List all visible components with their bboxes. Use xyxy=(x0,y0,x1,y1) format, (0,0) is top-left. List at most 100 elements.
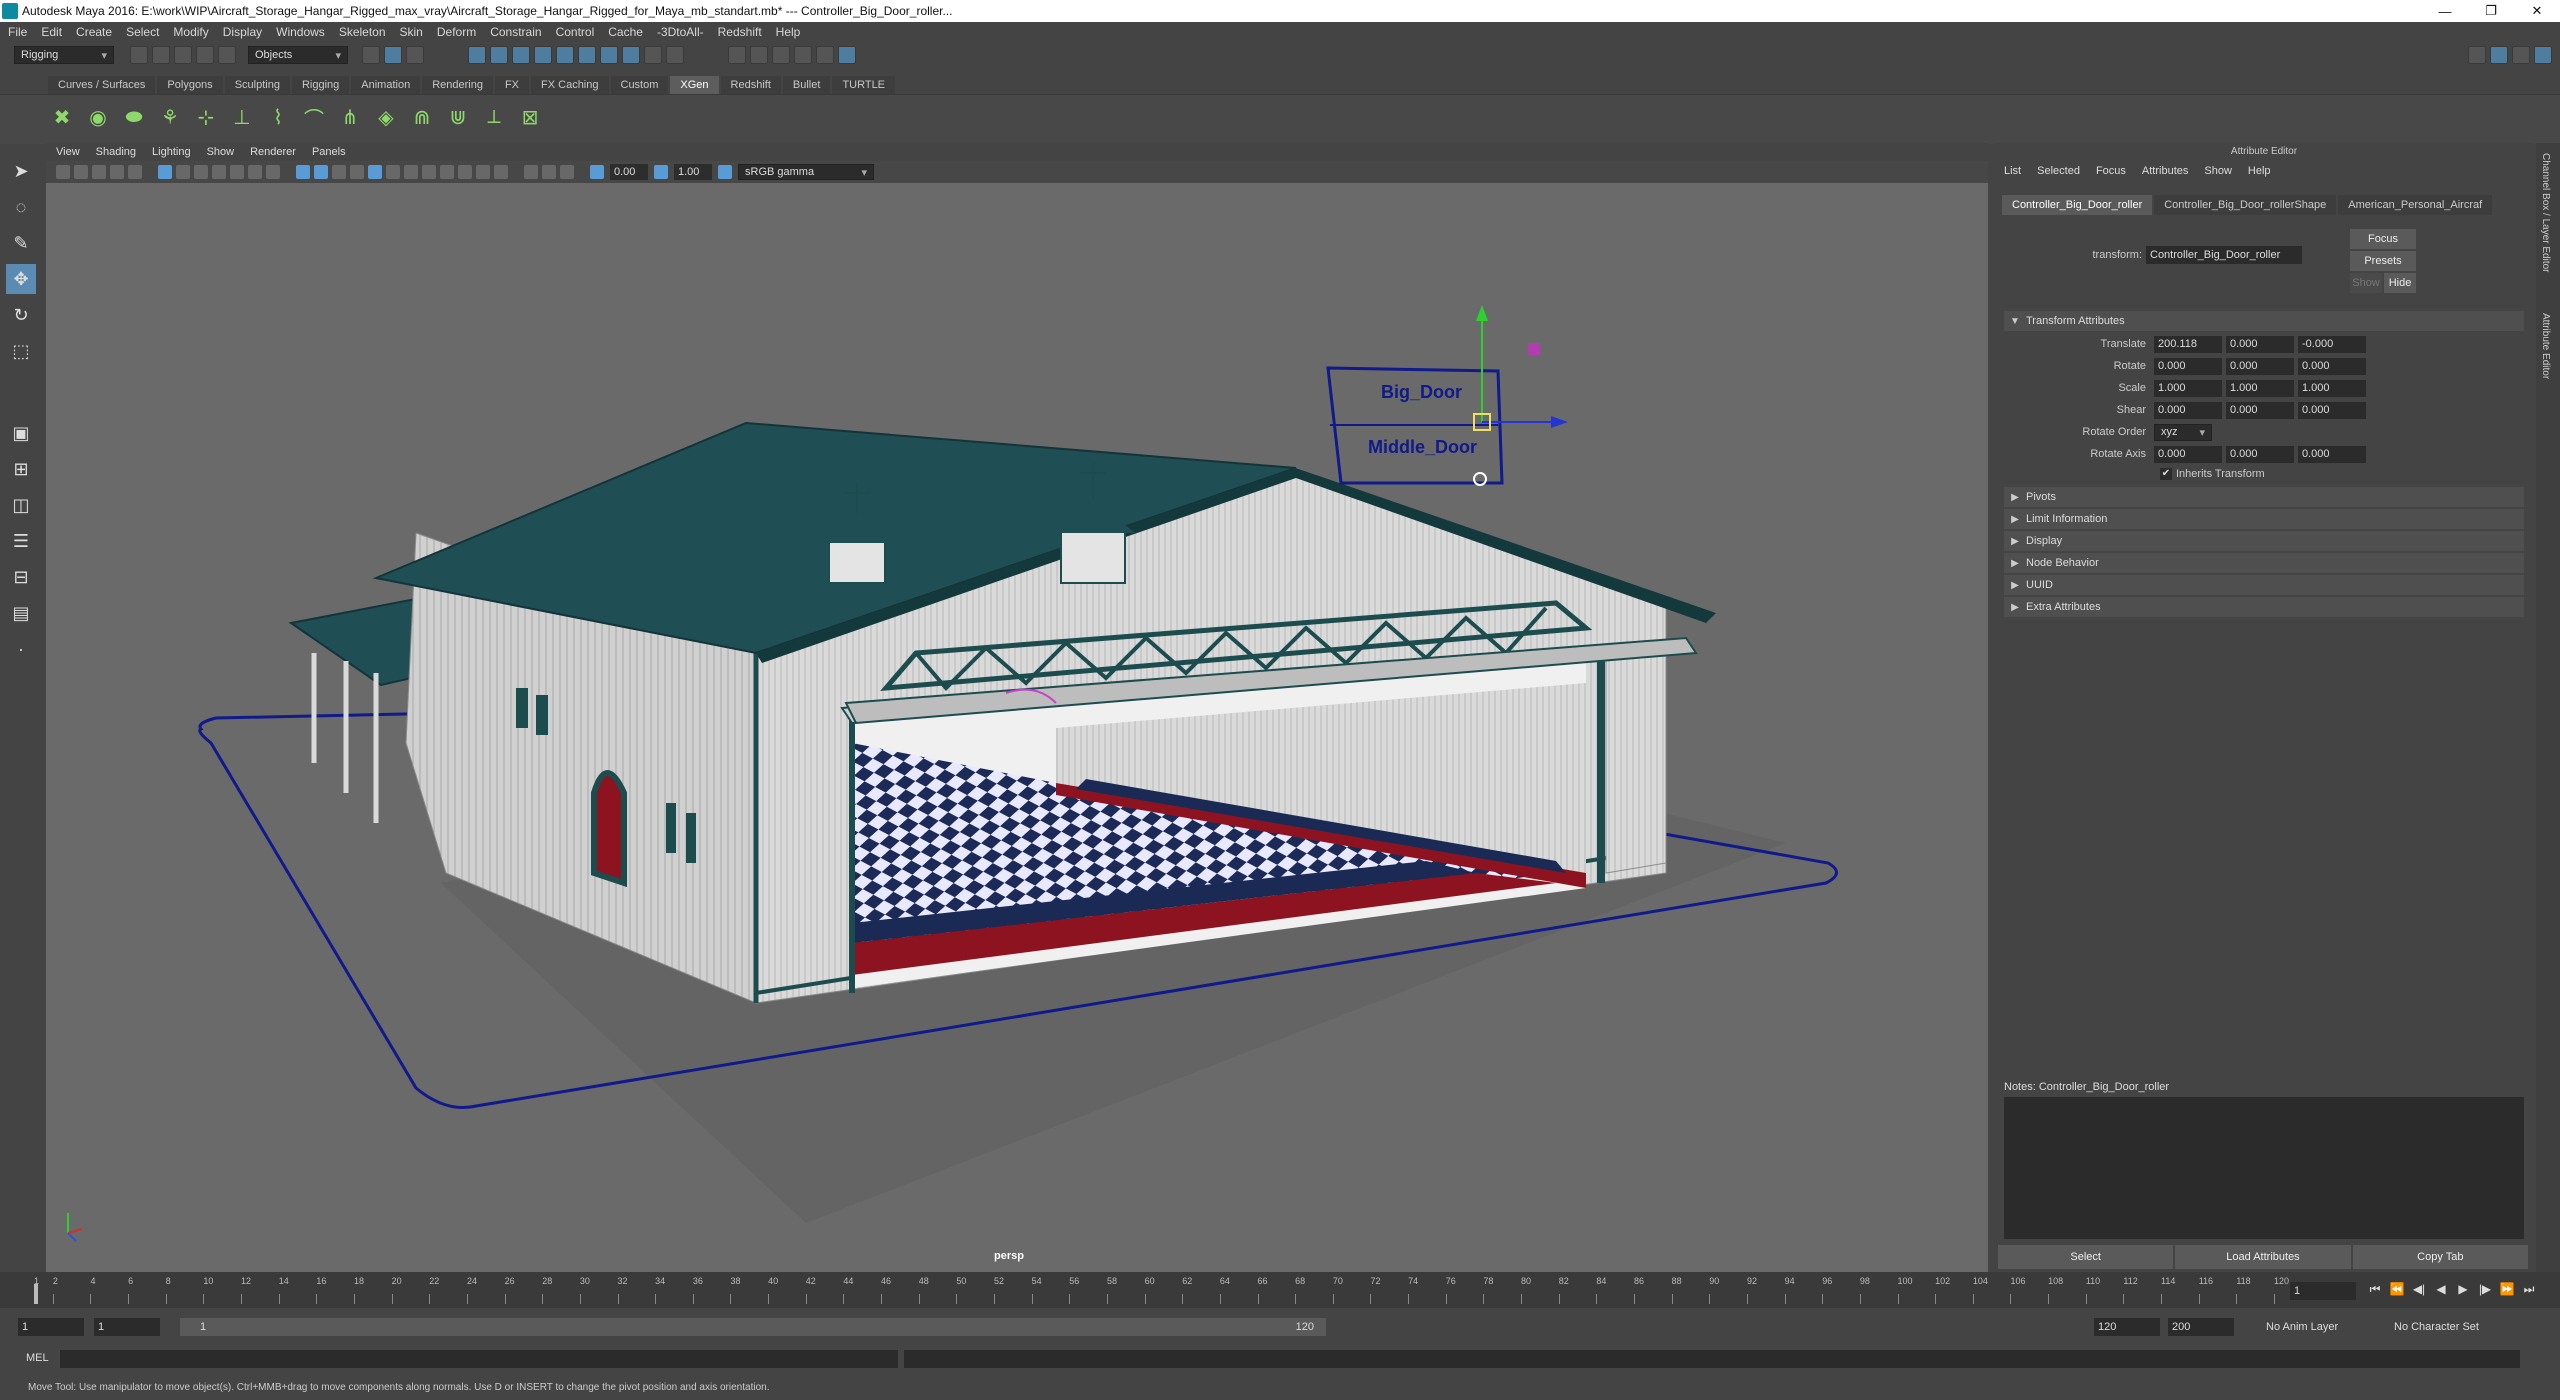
animation-start-field[interactable]: 1 xyxy=(18,1318,84,1336)
shelf-tab-bullet[interactable]: Bullet xyxy=(782,76,831,94)
workspace-icon[interactable] xyxy=(2468,46,2486,64)
playback-start-field[interactable]: 1 xyxy=(94,1318,160,1336)
play-forward-icon[interactable]: ▶ xyxy=(2454,1282,2472,1300)
xgen-layer-icon[interactable]: ◈ xyxy=(372,103,400,131)
go-to-start-icon[interactable]: ⏮ xyxy=(2366,1282,2384,1300)
shelf-tab-curves-surfaces[interactable]: Curves / Surfaces xyxy=(48,76,156,94)
xray-icon[interactable] xyxy=(386,165,400,179)
go-to-end-icon[interactable]: ⏭ xyxy=(2520,1282,2538,1300)
menu-windows[interactable]: Windows xyxy=(276,25,325,39)
current-frame-field[interactable]: 1 xyxy=(2290,1282,2356,1300)
shelf-tab-fx[interactable]: FX xyxy=(494,76,530,94)
xgen-ground-icon[interactable]: ⬬ xyxy=(120,103,148,131)
rotate-axis-x-field[interactable]: 0.000 xyxy=(2154,445,2222,463)
shelf-tab-redshift[interactable]: Redshift xyxy=(720,76,781,94)
grid-icon[interactable] xyxy=(158,165,172,179)
hide-button[interactable]: Hide xyxy=(2384,273,2416,293)
ae-menu-show[interactable]: Show xyxy=(2204,165,2232,177)
scale-x-field[interactable]: 1.000 xyxy=(2154,379,2222,397)
time-ruler[interactable]: 1 2 4 6 8 10 12 14 16 18 20 22 24 26 28 30 32 34 36 38 40 42 4… xyxy=(30,1276,2289,1304)
shear-y-field[interactable]: 0.000 xyxy=(2226,401,2294,419)
translate-y-field[interactable]: 0.000 xyxy=(2226,335,2294,353)
section-transform-attributes[interactable]: ▼ Transform Attributes xyxy=(2004,311,2524,331)
isolate-select-icon[interactable] xyxy=(524,165,538,179)
section-extra-attributes[interactable]: ▶ Extra Attributes xyxy=(2004,597,2524,617)
close-button[interactable]: ✕ xyxy=(2514,0,2560,22)
xgen-cut-icon[interactable]: ⟂ xyxy=(480,103,508,131)
menu-display[interactable]: Display xyxy=(223,25,262,39)
anti-aliasing-icon[interactable] xyxy=(476,165,490,179)
safe-title-icon[interactable] xyxy=(266,165,280,179)
snap-view-plane-icon[interactable] xyxy=(534,46,552,64)
shear-x-field[interactable]: 0.000 xyxy=(2154,401,2222,419)
step-back-key-icon[interactable]: ⏪ xyxy=(2388,1282,2406,1300)
input-ops-icon[interactable] xyxy=(666,46,684,64)
viewport-menu-show[interactable]: Show xyxy=(207,146,235,158)
shelf-tab-rendering[interactable]: Rendering xyxy=(422,76,493,94)
shelf-tab-polygons[interactable]: Polygons xyxy=(157,76,223,94)
xgen-preview-icon[interactable]: ⊠ xyxy=(516,103,544,131)
xgen-bend-icon[interactable]: ⌒ xyxy=(300,103,328,131)
toggle-modeling-toolkit-icon[interactable] xyxy=(2490,46,2508,64)
toggle-channel-box-icon[interactable] xyxy=(2512,46,2530,64)
ae-menu-attributes[interactable]: Attributes xyxy=(2142,165,2188,177)
section-uuid[interactable]: ▶ UUID xyxy=(2004,575,2524,595)
minimize-button[interactable]: — xyxy=(2422,0,2468,22)
select-by-component-icon[interactable] xyxy=(406,46,424,64)
menu-modify[interactable]: Modify xyxy=(173,25,208,39)
xgen-create-description-icon[interactable]: ◉ xyxy=(84,103,112,131)
snap-surface-icon[interactable] xyxy=(556,46,574,64)
render-settings-icon[interactable] xyxy=(794,46,812,64)
depth-of-field-icon[interactable] xyxy=(494,165,508,179)
redo-icon[interactable] xyxy=(218,46,236,64)
render-setup-icon[interactable] xyxy=(838,46,856,64)
time-slider[interactable]: 1 2 4 6 8 10 12 14 16 18 20 22 24 26 28 30 32 34 36 38 40 42 4… xyxy=(0,1272,2560,1308)
default-material-icon[interactable] xyxy=(332,165,346,179)
inherits-transform-checkbox[interactable]: ✔ xyxy=(2160,468,2172,480)
resolution-gate-icon[interactable] xyxy=(194,165,208,179)
lock-icon[interactable] xyxy=(644,46,662,64)
layout-options-icon[interactable]: · xyxy=(6,634,36,664)
viewport-persp[interactable]: Big_Door Middle_Door persp xyxy=(46,183,1988,1272)
xgen-fur-icon[interactable]: ⋓ xyxy=(444,103,472,131)
history-icon[interactable] xyxy=(600,46,618,64)
lasso-tool-icon[interactable]: ◌ xyxy=(6,192,36,222)
play-backward-icon[interactable]: ◀ xyxy=(2432,1282,2450,1300)
ae-menu-selected[interactable]: Selected xyxy=(2037,165,2080,177)
scale-y-field[interactable]: 1.000 xyxy=(2226,379,2294,397)
rotate-x-field[interactable]: 0.000 xyxy=(2154,357,2222,375)
ae-menu-help[interactable]: Help xyxy=(2248,165,2271,177)
grease-pencil-icon[interactable] xyxy=(128,165,142,179)
textured-icon[interactable] xyxy=(350,165,364,179)
select-by-object-icon[interactable] xyxy=(384,46,402,64)
gamma-field[interactable]: 1.00 xyxy=(674,164,712,180)
menu-3dtoall[interactable]: -3DtoAll- xyxy=(657,25,704,39)
film-gate-icon[interactable] xyxy=(176,165,190,179)
ipr-render-icon[interactable] xyxy=(772,46,790,64)
gate-mask-icon[interactable] xyxy=(212,165,226,179)
shelf-tab-sculpting[interactable]: Sculpting xyxy=(224,76,290,94)
menu-skeleton[interactable]: Skeleton xyxy=(339,25,386,39)
character-set-dropdown[interactable]: No Character Set xyxy=(2394,1318,2479,1336)
xgen-editor-icon[interactable]: ✖ xyxy=(48,103,76,131)
playback-end-field[interactable]: 120 xyxy=(2094,1318,2160,1336)
wireframe-on-shaded-icon[interactable] xyxy=(368,165,382,179)
transform-name-field[interactable]: Controller_Big_Door_roller xyxy=(2146,246,2302,264)
presets-button[interactable]: Presets xyxy=(2350,251,2416,271)
section-limit-information[interactable]: ▶ Limit Information xyxy=(2004,509,2524,529)
render-frame-icon[interactable] xyxy=(750,46,768,64)
ae-menu-focus[interactable]: Focus xyxy=(2096,165,2126,177)
snap-point-icon[interactable] xyxy=(512,46,530,64)
select-by-hierarchy-icon[interactable] xyxy=(362,46,380,64)
translate-z-field[interactable]: -0.000 xyxy=(2298,335,2366,353)
render-view-icon[interactable] xyxy=(728,46,746,64)
ambient-occlusion-icon[interactable] xyxy=(440,165,454,179)
wireframe-icon[interactable] xyxy=(296,165,310,179)
command-input[interactable] xyxy=(60,1350,898,1368)
viewport-menu-view[interactable]: View xyxy=(56,146,80,158)
image-plane-icon[interactable] xyxy=(110,165,124,179)
ae-menu-list[interactable]: List xyxy=(2004,165,2021,177)
notes-textarea[interactable] xyxy=(2004,1097,2524,1239)
menu-create[interactable]: Create xyxy=(76,25,112,39)
viewport-menu-shading[interactable]: Shading xyxy=(96,146,136,158)
